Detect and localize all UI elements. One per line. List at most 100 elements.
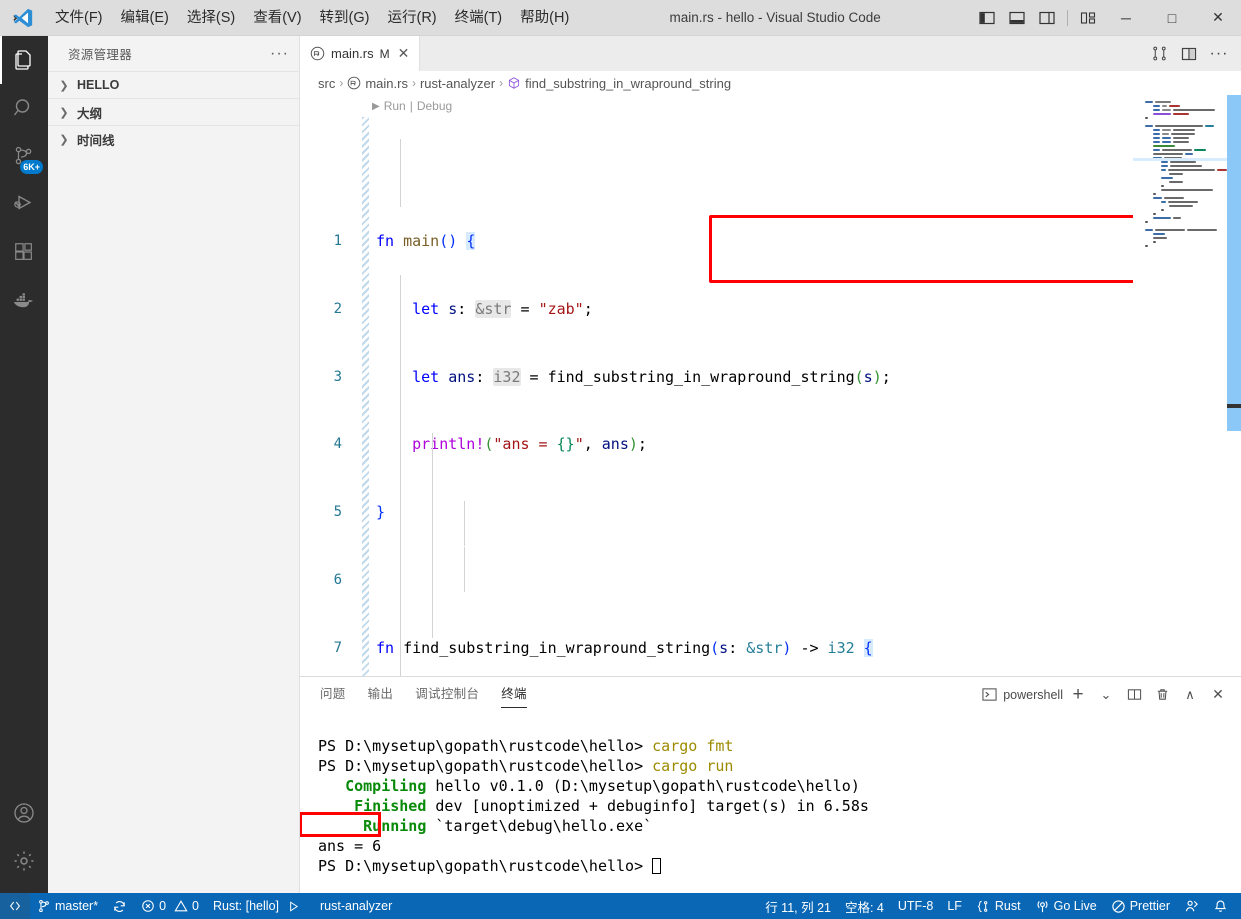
kill-terminal-icon[interactable]	[1149, 677, 1175, 712]
sidebar-header: 资源管理器 ···	[48, 36, 299, 71]
sidebar-section-hello[interactable]: ❯ HELLO	[48, 71, 299, 98]
sidebar-item-explorer[interactable]	[0, 36, 48, 84]
line-number: 5	[333, 504, 342, 521]
customize-layout-icon[interactable]	[1073, 0, 1103, 36]
status-sync[interactable]	[105, 893, 134, 919]
codelens-run-link[interactable]: Run	[384, 99, 406, 113]
toggle-primary-sidebar-icon[interactable]	[972, 0, 1002, 36]
indent-guide	[400, 139, 401, 207]
breadcrumb-item-rust-analyzer[interactable]: rust-analyzer	[420, 76, 495, 91]
status-feedback[interactable]	[1177, 893, 1206, 919]
status-go-live[interactable]: Go Live	[1028, 893, 1104, 919]
menu-go[interactable]: 转到(G)	[311, 0, 379, 36]
status-encoding[interactable]: UTF-8	[891, 893, 940, 919]
tab-output[interactable]: 输出	[368, 677, 394, 712]
titlebar-actions[interactable]: ─ □ ✕	[972, 0, 1241, 36]
breadcrumb-item-symbol[interactable]: find_substring_in_wrapround_string	[507, 76, 731, 91]
breadcrumb-item-main-rs[interactable]: main.rs	[347, 76, 408, 91]
build-status-detail: hello v0.1.0 (D:\mysetup\gopath\rustcode…	[426, 777, 860, 795]
status-notifications[interactable]	[1206, 893, 1235, 919]
code-line[interactable]: 3 let ans: i32 = find_substring_in_wrapr…	[300, 366, 1241, 389]
indent-guide	[432, 433, 433, 638]
code-line[interactable]: 7 fn find_substring_in_wrapround_string(s…	[300, 637, 1241, 660]
tab-terminal[interactable]: 终端	[501, 677, 527, 712]
sidebar-item-extensions[interactable]	[0, 228, 48, 276]
terminal-selector[interactable]: powershell	[982, 687, 1063, 702]
code-line[interactable]: 6	[300, 569, 1241, 592]
close-button[interactable]: ✕	[1195, 0, 1241, 36]
tab-debug-console[interactable]: 调试控制台	[415, 677, 479, 712]
split-terminal-icon[interactable]	[1121, 677, 1147, 712]
tab-problems[interactable]: 问题	[320, 677, 346, 712]
terminal-cursor	[652, 858, 662, 874]
window-title: main.rs - hello - Visual Studio Code	[669, 10, 881, 25]
bottom-panel: 问题 输出 调试控制台 终端 powershell + ⌄ ∧ ✕ PS D:\…	[300, 676, 1241, 893]
menu-run[interactable]: 运行(R)	[378, 0, 445, 36]
status-branch-label: master*	[55, 899, 99, 913]
menu-file[interactable]: 文件(F)	[46, 0, 112, 36]
more-editor-actions-icon[interactable]: ···	[1205, 36, 1233, 71]
code-editor[interactable]: ▶ Run | Debug 1 fn main() { 2 let s: &str…	[300, 95, 1241, 676]
title-bar: 文件(F) 编辑(E) 选择(S) 查看(V) 转到(G) 运行(R) 终端(T…	[0, 0, 1241, 36]
editor-vertical-scrollbar[interactable]	[1227, 95, 1241, 676]
breadcrumb-label: src	[318, 75, 336, 91]
sidebar-section-outline[interactable]: ❯ 大纲	[48, 98, 299, 125]
status-indentation[interactable]: 空格: 4	[838, 893, 891, 919]
code-lines[interactable]: 1 fn main() { 2 let s: &str = "zab"; 3 le…	[300, 117, 1241, 676]
run-tests-icon[interactable]	[1145, 36, 1173, 71]
sidebar-item-docker[interactable]	[0, 276, 48, 324]
menu-terminal[interactable]: 终端(T)	[446, 0, 512, 36]
status-rust-analyzer[interactable]: rust-analyzer	[313, 893, 399, 919]
sidebar-item-run-and-debug[interactable]	[0, 180, 48, 228]
scrollbar-thumb[interactable]	[1227, 95, 1241, 431]
breadcrumb-item-src[interactable]: src	[318, 76, 335, 91]
code-line[interactable]: 4 println!("ans = {}", ans);	[300, 433, 1241, 456]
sidebar-more-actions-icon[interactable]: ···	[270, 45, 289, 63]
prohibited-icon	[1111, 899, 1126, 914]
sidebar-section-label: 时间线	[77, 133, 115, 148]
overview-ruler-mark	[1227, 404, 1241, 408]
maximize-panel-icon[interactable]: ∧	[1177, 677, 1203, 712]
go-live-label: Go Live	[1053, 899, 1097, 913]
toggle-secondary-sidebar-icon[interactable]	[1032, 0, 1062, 36]
sidebar-item-search[interactable]	[0, 84, 48, 132]
minimap[interactable]	[1133, 95, 1227, 676]
code-line[interactable]: 2 let s: &str = "zab";	[300, 298, 1241, 321]
menu-help[interactable]: 帮助(H)	[511, 0, 578, 36]
toggle-panel-icon[interactable]	[1002, 0, 1032, 36]
explorer-sidebar: 资源管理器 ··· ❯ HELLO ❯ 大纲 ❯ 时间线	[48, 36, 300, 893]
sidebar-item-source-control[interactable]: 6K+	[0, 132, 48, 180]
minimize-button[interactable]: ─	[1103, 0, 1149, 36]
gear-icon[interactable]	[0, 837, 48, 885]
status-eol[interactable]: LF	[940, 893, 969, 919]
status-branch[interactable]: master*	[30, 893, 105, 919]
tab-main-rs[interactable]: main.rs M ✕	[300, 36, 421, 71]
prettier-label: Prettier	[1129, 899, 1170, 913]
accounts-icon[interactable]	[0, 789, 48, 837]
status-cursor-position[interactable]: 行 11, 列 21	[758, 893, 838, 919]
new-terminal-icon[interactable]: +	[1065, 677, 1091, 712]
code-line[interactable]: 5}	[300, 501, 1241, 524]
maximize-button[interactable]: □	[1149, 0, 1195, 36]
codelens-run-debug[interactable]: ▶ Run | Debug	[372, 97, 452, 115]
broadcast-icon	[1035, 899, 1050, 914]
line-number: 7	[333, 639, 342, 656]
split-editor-right-icon[interactable]	[1175, 36, 1203, 71]
menu-bar[interactable]: 文件(F) 编辑(E) 选择(S) 查看(V) 转到(G) 运行(R) 终端(T…	[46, 0, 578, 36]
codelens-debug-link[interactable]: Debug	[417, 99, 452, 113]
close-panel-icon[interactable]: ✕	[1205, 677, 1231, 712]
sidebar-section-timeline[interactable]: ❯ 时间线	[48, 125, 299, 152]
terminal-dropdown-icon[interactable]: ⌄	[1093, 677, 1119, 712]
tab-dirty-indicator: M	[379, 46, 390, 61]
status-prettier[interactable]: Prettier	[1104, 893, 1177, 919]
menu-view[interactable]: 查看(V)	[244, 0, 310, 36]
status-problems[interactable]: 0 0	[134, 893, 206, 919]
status-rust-project[interactable]: Rust: [hello]	[206, 893, 307, 919]
menu-edit[interactable]: 编辑(E)	[112, 0, 178, 36]
terminal-output[interactable]: PS D:\mysetup\gopath\rustcode\hello> car…	[300, 712, 1241, 893]
close-icon[interactable]: ✕	[398, 45, 410, 62]
menu-select[interactable]: 选择(S)	[178, 0, 244, 36]
code-line[interactable]: 1 fn main() {	[300, 230, 1241, 253]
remote-indicator[interactable]	[0, 893, 30, 919]
status-language-mode[interactable]: Rust	[969, 893, 1028, 919]
